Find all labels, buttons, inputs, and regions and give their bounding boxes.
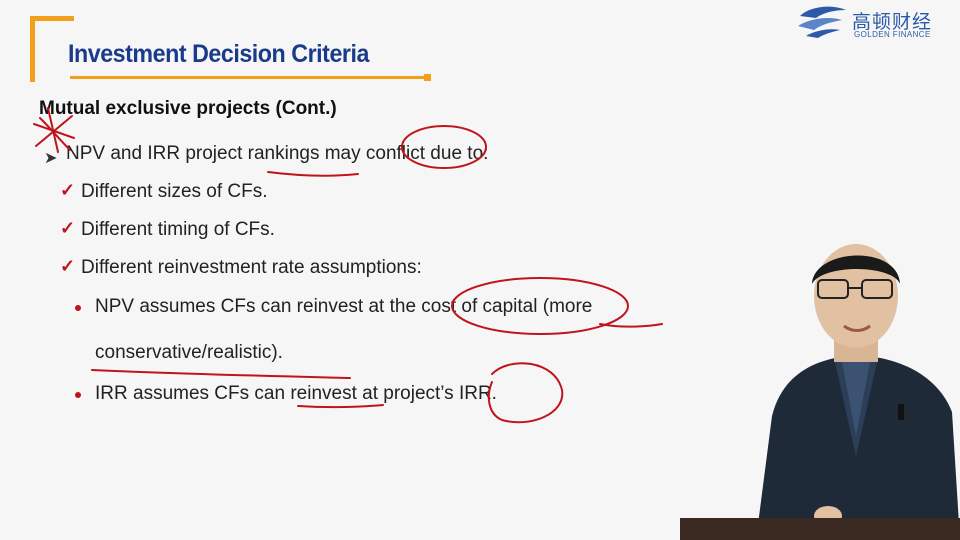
arrow-bullet-icon: ➤	[44, 150, 58, 167]
bullet-dot-icon	[75, 305, 81, 311]
sub-bullet-continuation: conservative/realistic).	[95, 342, 283, 363]
title-underline	[70, 76, 426, 79]
reinvest-underline	[297, 404, 384, 409]
reason-item: Different reinvestment rate assumptions:	[81, 257, 422, 278]
desk-edge	[680, 518, 960, 540]
reason-item: Different timing of CFs.	[81, 219, 275, 240]
check-icon: ✓	[60, 218, 76, 238]
main-point: NPV and IRR project rankings may conflic…	[66, 143, 489, 164]
slide-title: Investment Decision Criteria	[68, 40, 369, 68]
sub-bullet: IRR assumes CFs can reinvest at project’…	[95, 383, 497, 404]
logo-icon	[798, 6, 846, 38]
more-underline	[599, 323, 663, 328]
sub-bullet: NPV assumes CFs can reinvest at the cost…	[95, 296, 593, 317]
reason-item: Different sizes of CFs.	[81, 181, 268, 202]
presenter-video	[756, 244, 960, 540]
irr-circle	[487, 362, 564, 424]
rankings-underline	[267, 171, 359, 177]
title-underline-end	[424, 74, 431, 81]
bullet-dot-icon	[75, 392, 81, 398]
section-heading: Mutual exclusive projects (Cont.)	[39, 98, 337, 119]
golden-finance-logo: 高顿财经 GOLDEN FINANCE	[796, 2, 954, 42]
check-icon: ✓	[60, 180, 76, 200]
logo-english-text: GOLDEN FINANCE	[854, 30, 931, 39]
check-icon: ✓	[60, 256, 76, 276]
slide: Investment Decision Criteria 高顿财经 GOLDEN…	[0, 0, 960, 540]
conservative-underline	[91, 369, 351, 379]
